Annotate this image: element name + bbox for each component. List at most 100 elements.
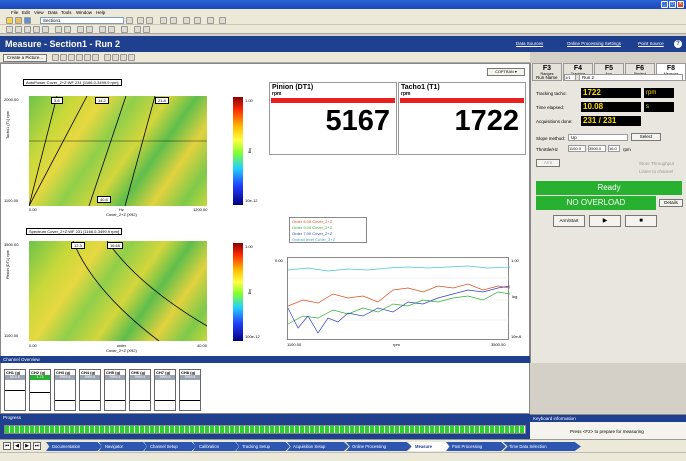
store-throughput-checkbox[interactable]: Store Throughput	[639, 161, 674, 166]
top-color-scale	[233, 97, 243, 205]
redo-icon[interactable]	[86, 26, 93, 33]
autopower-colormap[interactable]: 3.6 14.2 21.8 40.8	[29, 96, 207, 206]
stop-button[interactable]: ■	[625, 215, 657, 227]
channel-meter[interactable]: CH4 (g) 9999.5	[79, 369, 101, 411]
dropdown-arrow-icon[interactable]	[126, 17, 133, 24]
freq-max[interactable]: 3500.0	[588, 145, 606, 152]
channel-meter[interactable]: CH7 (g) 9999.5	[154, 369, 176, 411]
details-button[interactable]: Details	[659, 199, 683, 207]
online-settings-link[interactable]: Online Processing Settings	[567, 41, 621, 46]
top-y-max: 2000.00	[4, 97, 19, 102]
layout1-icon[interactable]	[52, 54, 59, 61]
crumb-tracking-setup[interactable]: Tracking Setup	[236, 442, 290, 451]
top-marker-1: 3.6	[51, 97, 63, 104]
bottom-cbar-max: 1.00	[245, 244, 253, 249]
move-icon[interactable]	[146, 17, 153, 24]
help-icon[interactable]	[219, 17, 226, 24]
crumb-navigator[interactable]: Navigator	[99, 442, 147, 451]
help-icon[interactable]: ?	[674, 40, 682, 48]
crumb-time-data-selection[interactable]: Time Data Selection	[503, 442, 581, 451]
layout2-icon[interactable]	[60, 54, 67, 61]
database-icon[interactable]	[170, 17, 177, 24]
tracking-unit: rpm	[644, 88, 674, 98]
close-button[interactable]: ×	[677, 1, 684, 8]
channel-meter[interactable]: CH6 (g) 9999.5	[129, 369, 151, 411]
preview-icon[interactable]	[194, 17, 201, 24]
harmonic-icon[interactable]	[42, 26, 49, 33]
slope-field[interactable]: Up	[568, 134, 628, 141]
crumb-measure[interactable]: Measure	[409, 442, 449, 451]
layout4-icon[interactable]	[76, 54, 83, 61]
meter-unit: rpm	[272, 91, 282, 97]
freq-min[interactable]: 1100.0	[568, 145, 586, 152]
maximize-button[interactable]: □	[669, 1, 676, 8]
menu-window[interactable]: Window	[76, 10, 92, 15]
layout9-icon[interactable]	[120, 54, 127, 61]
layout10-icon[interactable]	[128, 54, 135, 61]
menu-view[interactable]: View	[34, 10, 44, 15]
crumb-post-processing[interactable]: Post Processing	[446, 442, 506, 451]
menu-file[interactable]: File	[11, 10, 18, 15]
print-icon[interactable]	[183, 17, 190, 24]
acq-value: 231 / 231	[581, 116, 641, 126]
marker-icon[interactable]	[24, 26, 31, 33]
window-icon[interactable]	[207, 17, 214, 24]
peak-icon[interactable]	[33, 26, 40, 33]
arm-button[interactable]: Arm	[536, 159, 560, 167]
channel-meter[interactable]: CH2 (g) 1.73	[29, 369, 51, 411]
cursor-icon[interactable]	[15, 26, 22, 33]
run-name-input[interactable]: Run 2	[579, 74, 683, 81]
prev-icon[interactable]: ◀	[13, 442, 21, 450]
listen-channel-checkbox[interactable]: Listen to channel	[639, 169, 673, 174]
channel-meter[interactable]: CH1 (g) 50.0 E	[4, 369, 26, 411]
channel-meter[interactable]: CH3 (g) 9999.5	[54, 369, 76, 411]
layout5-icon[interactable]	[84, 54, 91, 61]
crumb-channel-setup[interactable]: Channel Setup	[144, 442, 196, 451]
order-chart[interactable]	[287, 257, 510, 340]
display-icon[interactable]	[134, 26, 141, 33]
bottom-x-axis: order Cover_2+Z (X92)	[106, 343, 137, 353]
undo-icon[interactable]	[77, 26, 84, 33]
play-button[interactable]: ▶	[589, 215, 621, 227]
text-icon[interactable]	[64, 26, 71, 33]
crumb-documentation[interactable]: Documentation	[46, 442, 102, 451]
layout-icon[interactable]	[108, 26, 115, 33]
order-legend: Order 8.00 Cover_2+Z Order 9.00 Cover_2+…	[289, 217, 367, 243]
select-button[interactable]: Select	[631, 133, 661, 141]
crumb-online-processing[interactable]: Online Processing	[346, 442, 412, 451]
grid-icon[interactable]	[99, 26, 106, 33]
crumb-acquisition-setup[interactable]: Acquisition Setup	[287, 442, 349, 451]
display-selector[interactable]: COPTRAN ▾	[487, 68, 525, 76]
point-source-link[interactable]: Point Source	[638, 41, 664, 46]
layout3-icon[interactable]	[68, 54, 75, 61]
freq-step[interactable]: 16.0	[608, 145, 620, 152]
create-picture-button[interactable]: Create a Picture...	[3, 54, 47, 62]
minimize-button[interactable]: _	[661, 1, 668, 8]
layout6-icon[interactable]	[92, 54, 99, 61]
menu-data[interactable]: Data	[48, 10, 58, 15]
channel-meter[interactable]: CH5 (g) 9999.5	[104, 369, 126, 411]
menu-tools[interactable]: Tools	[61, 10, 72, 15]
arm-start-button[interactable]: Arm/Start	[553, 215, 585, 227]
line-icon[interactable]	[55, 26, 62, 33]
copy-icon[interactable]	[160, 17, 167, 24]
layout8-icon[interactable]	[112, 54, 119, 61]
spectrum-colormap[interactable]: 12.3 16.65	[29, 241, 207, 341]
save-icon[interactable]	[24, 17, 31, 24]
new-icon[interactable]	[6, 17, 13, 24]
open-icon[interactable]	[15, 17, 22, 24]
layout7-icon[interactable]	[104, 54, 111, 61]
next-icon[interactable]: ▶	[23, 442, 31, 450]
menu-edit[interactable]: Edit	[22, 10, 30, 15]
last-icon[interactable]: ⏭	[33, 442, 41, 450]
menu-help[interactable]: Help	[96, 10, 105, 15]
first-icon[interactable]: ⏮	[3, 442, 11, 450]
channel-meter[interactable]: CH8 (g) 9999.5	[179, 369, 201, 411]
crumb-calibration[interactable]: Calibration	[193, 442, 239, 451]
project-select[interactable]: Section1	[40, 17, 124, 24]
table-icon[interactable]	[143, 26, 150, 33]
annotation-icon[interactable]	[121, 26, 128, 33]
data-sources-link[interactable]: Data Sources	[516, 41, 543, 46]
delete-icon[interactable]	[137, 17, 144, 24]
zoom-icon[interactable]	[6, 26, 13, 33]
